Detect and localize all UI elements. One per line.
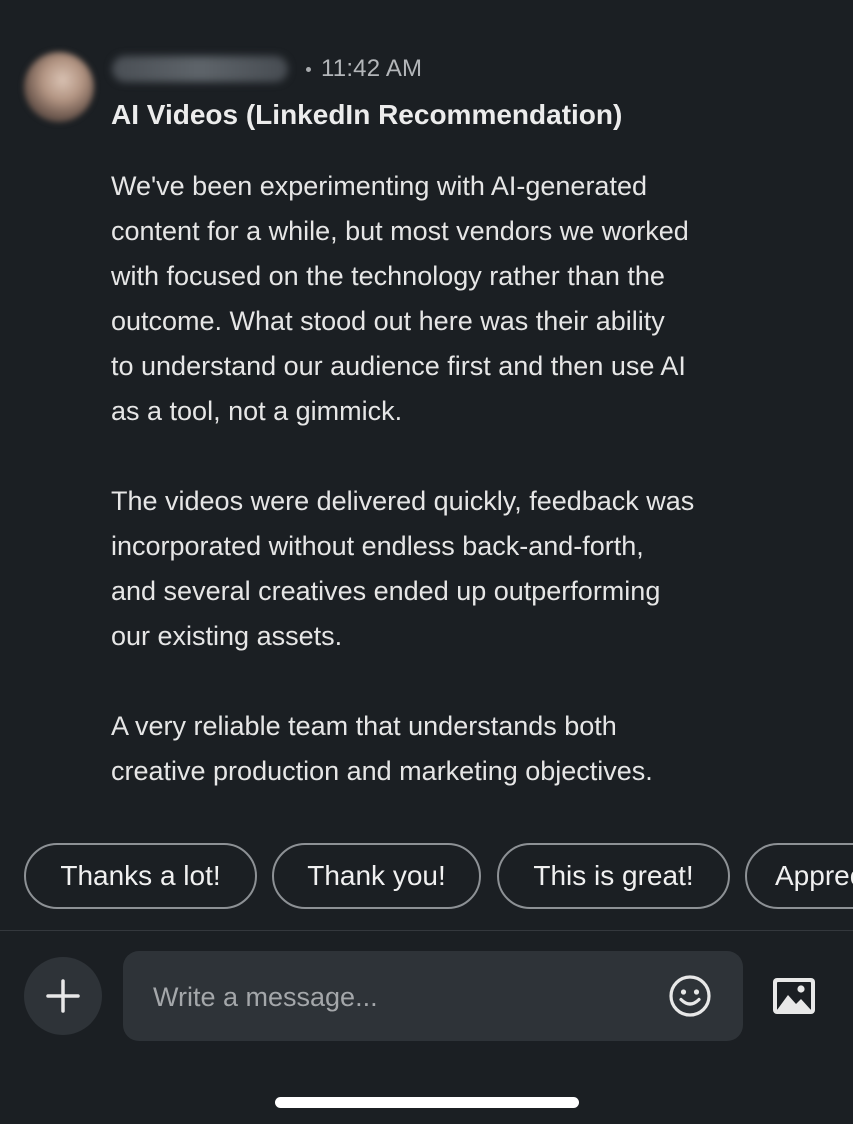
quick-reply-chip[interactable]: Thanks a lot! [24, 843, 257, 909]
message-paragraph: A very reliable team that understands bo… [111, 711, 653, 786]
conversation-screen: 11:42 AM AI Videos (LinkedIn Recommendat… [0, 0, 853, 1124]
quick-reply-chip[interactable]: This is great! [497, 843, 730, 909]
composer-divider [0, 930, 853, 931]
message-paragraph: The videos were delivered quickly, feedb… [111, 486, 695, 651]
add-attachment-button[interactable] [24, 957, 102, 1035]
quick-reply-chip[interactable]: Appreciate it! [745, 843, 853, 909]
separator-dot [306, 66, 311, 72]
message-body: We've been experimenting with AI-generat… [111, 164, 791, 794]
quick-replies: Thanks a lot! Thank you! This is great! … [24, 843, 853, 909]
image-icon [773, 978, 815, 1014]
message-input[interactable] [151, 973, 655, 1021]
home-indicator[interactable] [275, 1097, 579, 1108]
message-subject: AI Videos (LinkedIn Recommendation) [111, 99, 623, 130]
smiley-icon [669, 975, 711, 1017]
attach-image-button[interactable] [771, 975, 817, 1017]
message-input-container [123, 951, 743, 1041]
avatar[interactable] [24, 52, 94, 122]
message-meta: 11:42 AM [112, 52, 422, 86]
plus-icon [46, 979, 80, 1013]
quick-reply-chip[interactable]: Thank you! [272, 843, 481, 909]
sender-name-blurred[interactable] [112, 56, 288, 82]
emoji-button[interactable] [667, 973, 713, 1019]
message-timestamp: 11:42 AM [321, 55, 423, 82]
message-paragraph: We've been experimenting with AI-generat… [111, 171, 689, 426]
